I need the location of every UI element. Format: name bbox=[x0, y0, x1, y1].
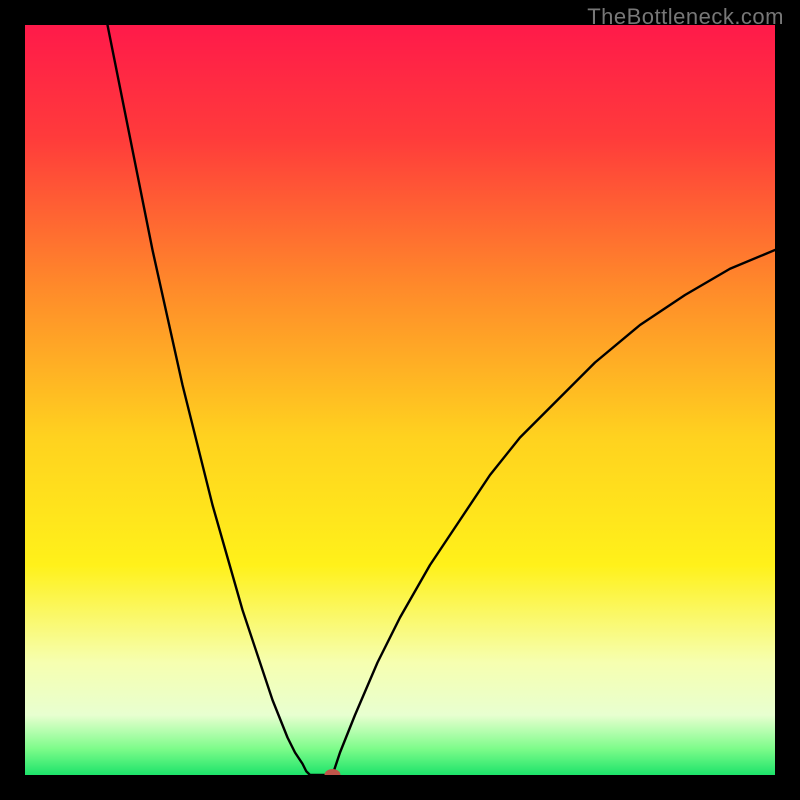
watermark-text: TheBottleneck.com bbox=[587, 4, 784, 30]
gradient-background bbox=[25, 25, 775, 775]
chart-container: TheBottleneck.com bbox=[0, 0, 800, 800]
plot-area bbox=[25, 25, 775, 775]
plot-svg bbox=[25, 25, 775, 775]
